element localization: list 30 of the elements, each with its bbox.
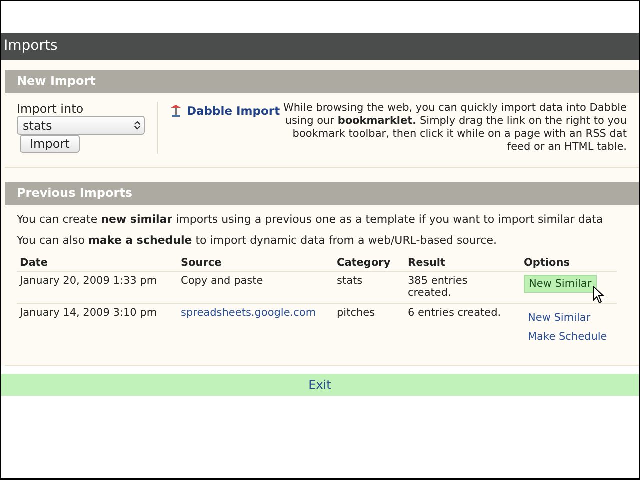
field-label: Import into: [17, 102, 84, 116]
option-link[interactable]: New Similar: [524, 310, 595, 326]
category-cell: stats: [337, 275, 363, 287]
date-cell: January 20, 2009 1:33 pm: [20, 275, 158, 287]
source-cell: Copy and paste: [181, 275, 264, 287]
option-link[interactable]: New Similar: [524, 275, 597, 293]
description-text: While browsing the web, you can quickly import data into Dabble using our bookmarklet. Simply drag the link on the right to you bookmark toolbar, then click it while on a page with an RSS dat feed or an HTML table.: [282, 102, 627, 154]
cursor-icon: [593, 286, 605, 304]
column-header: Options: [521, 255, 617, 272]
section-header: Previous Imports: [5, 182, 639, 205]
category-select[interactable]: stats: [17, 116, 145, 135]
result-cell-text: 6 entries created.: [408, 307, 502, 319]
source-link[interactable]: spreadsheets.google.com: [181, 307, 316, 319]
exit-button[interactable]: Exit: [1, 374, 639, 396]
page-title: Imports: [1, 33, 639, 60]
import-button[interactable]: Import: [20, 135, 80, 153]
intro-text: You can also make a schedule to import dynamic data from a web/URL-based source.: [17, 234, 498, 247]
intro-text: You can create new similar imports using a previous one as a template if you want to import similar data: [17, 213, 604, 226]
column-header: Date: [17, 255, 178, 272]
updown-icon: [134, 120, 141, 131]
column-header: Source: [178, 255, 334, 272]
date-cell: January 14, 2009 3:10 pm: [20, 307, 158, 319]
column-header: Result: [405, 255, 521, 272]
section-header: New Import: [5, 70, 639, 93]
bookmark-icon: [170, 104, 182, 118]
result-cell-text: 385 entries created.: [408, 275, 469, 299]
category-cell: pitches: [337, 307, 376, 319]
bookmarklet-link[interactable]: Dabble Import: [187, 104, 280, 118]
option-link[interactable]: Make Schedule: [524, 329, 612, 345]
column-header: Category: [334, 255, 405, 272]
